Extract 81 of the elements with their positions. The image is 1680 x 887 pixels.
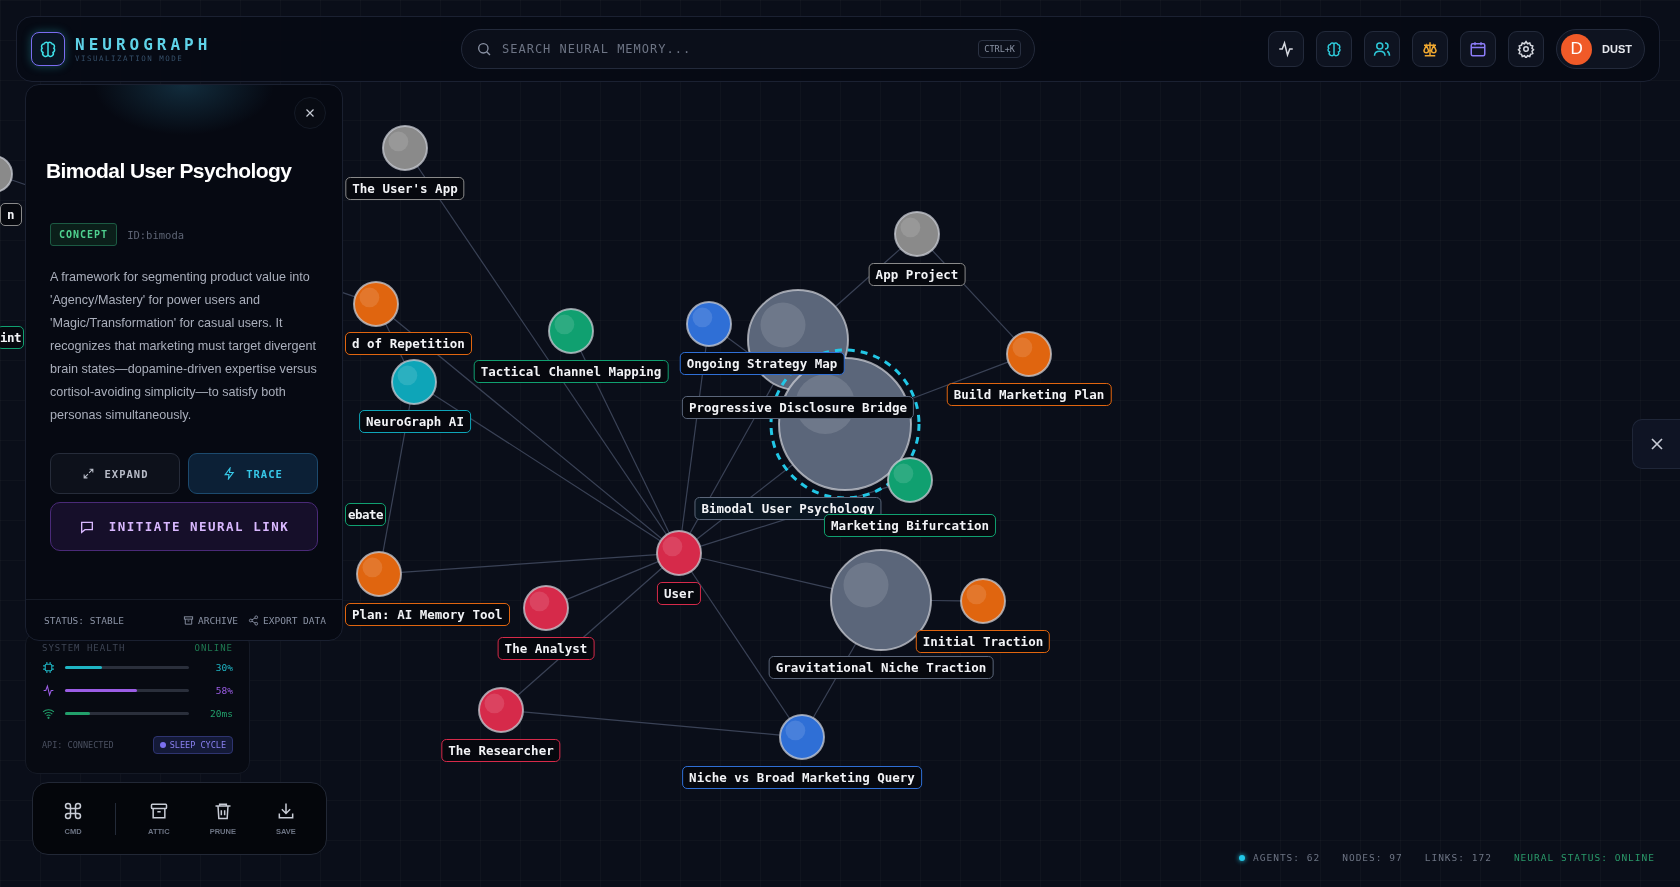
node-label[interactable]: Build Marketing Plan: [946, 383, 1112, 406]
status-dot: [1239, 854, 1245, 861]
graph-node[interactable]: [656, 530, 702, 576]
node-label[interactable]: ebate: [345, 503, 387, 526]
node-id: ID:bimoda: [127, 228, 185, 241]
graph-node[interactable]: [391, 359, 437, 405]
graph-node[interactable]: [686, 301, 732, 347]
node-label[interactable]: User: [656, 582, 702, 605]
graph-node[interactable]: [382, 125, 428, 171]
node-label[interactable]: Bimodal User Psychology: [694, 497, 882, 520]
activity-icon: [42, 684, 55, 697]
brain-icon[interactable]: [31, 32, 65, 66]
node-label[interactable]: App Project: [868, 263, 966, 286]
close-button[interactable]: [1632, 419, 1680, 469]
avatar: D: [1561, 33, 1593, 65]
shortcut-hint: CTRL+K: [978, 40, 1021, 58]
graph-node[interactable]: [0, 155, 13, 193]
node-label[interactable]: Ongoing Strategy Map: [679, 352, 845, 375]
cpu-icon: [42, 661, 55, 674]
user-menu[interactable]: D DUST: [1556, 29, 1645, 69]
brain-icon[interactable]: [1316, 31, 1353, 67]
panel-title: SYSTEM HEALTH: [42, 643, 126, 653]
node-label[interactable]: NeuroGraph AI: [359, 410, 471, 433]
node-label[interactable]: Marketing Bifurcation: [824, 514, 996, 537]
graph-node[interactable]: [523, 585, 569, 631]
node-count: NODES: 97: [1342, 852, 1403, 863]
archive-link[interactable]: ARCHIVE: [183, 614, 239, 626]
settings-icon[interactable]: [1508, 31, 1545, 67]
node-label[interactable]: d of Repetition: [345, 332, 472, 355]
command-icon: [63, 801, 83, 821]
users-icon[interactable]: [1364, 31, 1401, 67]
node-label[interactable]: Progressive Disclosure Bridge: [681, 396, 915, 419]
export-link[interactable]: EXPORT DATA: [248, 614, 326, 626]
graph-node[interactable]: [1006, 331, 1052, 377]
scale-icon[interactable]: [1412, 31, 1449, 67]
health-status: ONLINE: [194, 643, 233, 653]
mode-badge: SLEEP CYCLE: [152, 736, 233, 754]
node-label[interactable]: n: [0, 203, 22, 226]
graph-node[interactable]: [960, 578, 1006, 624]
graph-node[interactable]: [356, 551, 402, 597]
node-label[interactable]: Initial Traction: [915, 630, 1051, 653]
expand-icon: [81, 467, 95, 480]
archive-icon: [183, 614, 195, 626]
node-label[interactable]: The User's App: [345, 177, 465, 200]
api-status: API: CONNECTED: [42, 740, 114, 750]
calendar-icon[interactable]: [1460, 31, 1497, 67]
graph-node[interactable]: [779, 714, 825, 760]
agent-count: AGENTS: 62: [1253, 852, 1321, 863]
node-title: Bimodal User Psychology: [46, 159, 293, 183]
node-label[interactable]: int: [0, 326, 25, 349]
node-label[interactable]: Niche vs Broad Marketing Query: [682, 766, 922, 789]
activity-icon[interactable]: [1268, 31, 1305, 67]
node-label[interactable]: Tactical Channel Mapping: [473, 360, 669, 383]
type-tag: CONCEPT: [50, 223, 118, 246]
node-status: STATUS: STABLE: [44, 614, 125, 626]
graph-node[interactable]: [894, 211, 940, 257]
graph-node[interactable]: [548, 308, 594, 354]
node-label[interactable]: Gravitational Niche Traction: [768, 656, 994, 679]
archive-icon: [148, 801, 169, 821]
expand-button[interactable]: EXPAND: [50, 453, 180, 494]
search-icon: [476, 41, 492, 57]
meter-reading: 30%: [215, 662, 233, 673]
graph-node[interactable]: [353, 281, 399, 327]
node-label[interactable]: The Researcher: [441, 739, 561, 762]
close-button[interactable]: [294, 97, 326, 129]
node-label[interactable]: Plan: AI Memory Tool: [345, 603, 510, 626]
share-icon: [248, 614, 260, 626]
node-label[interactable]: The Analyst: [497, 637, 595, 660]
link-line: [930, 599, 962, 602]
link-count: LINKS: 172: [1424, 852, 1492, 863]
trace-button[interactable]: TRACE: [188, 453, 318, 494]
graph-node[interactable]: [478, 687, 524, 733]
graph-node[interactable]: [887, 457, 933, 503]
meter-reading: 20ms: [210, 708, 233, 719]
meter-reading: 58%: [215, 685, 233, 696]
neural-status: NEURAL STATUS: ONLINE: [1513, 852, 1655, 863]
initiate-link-button[interactable]: INITIATE NEURAL LINK: [50, 502, 318, 551]
node-description: A framework for segmenting product value into 'Agency/Mastery' for power users and 'Magic/Transformation' for casual users. It recognizes that marketing must target divergent brain states—dopamine-driven expertise versus cortisol-avoiding simplicity—to satisfy both personas simultaneously.: [50, 269, 318, 424]
app-title: NEUROGRAPH: [75, 35, 212, 54]
lightning-icon: [223, 467, 237, 480]
wifi-icon: [42, 707, 55, 720]
